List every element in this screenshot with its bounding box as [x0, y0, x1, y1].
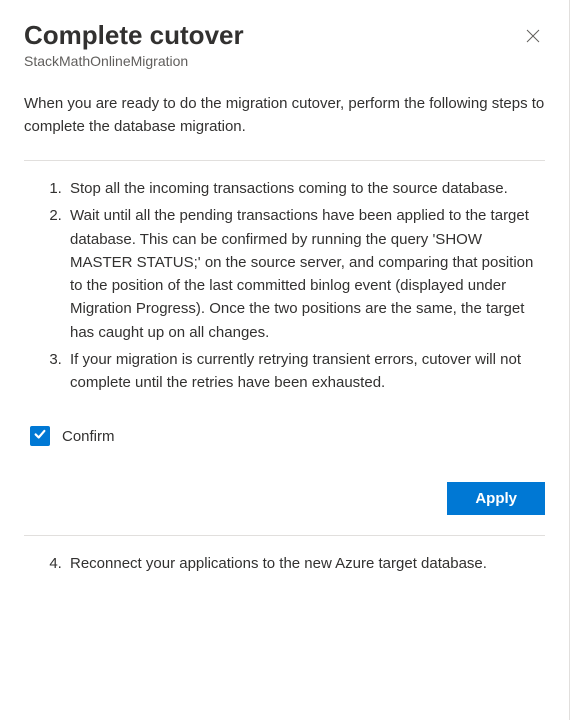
- steps-before-list: Stop all the incoming transactions comin…: [24, 177, 545, 394]
- step-item: Wait until all the pending transactions …: [66, 204, 545, 344]
- intro-text: When you are ready to do the migration c…: [24, 93, 545, 138]
- confirm-checkbox[interactable]: [30, 426, 50, 446]
- apply-button[interactable]: Apply: [447, 482, 545, 515]
- steps-after-list: Reconnect your applications to the new A…: [24, 552, 545, 575]
- step-item: If your migration is currently retrying …: [66, 348, 545, 395]
- divider: [24, 160, 545, 161]
- checkmark-icon: [33, 427, 47, 446]
- dialog-title: Complete cutover: [24, 20, 244, 51]
- close-icon: [525, 28, 541, 47]
- dialog-subtitle: StackMathOnlineMigration: [24, 53, 545, 69]
- step-item: Stop all the incoming transactions comin…: [66, 177, 545, 200]
- divider: [24, 535, 545, 536]
- close-button[interactable]: [521, 24, 545, 51]
- step-item: Reconnect your applications to the new A…: [66, 552, 545, 575]
- confirm-label: Confirm: [62, 428, 115, 445]
